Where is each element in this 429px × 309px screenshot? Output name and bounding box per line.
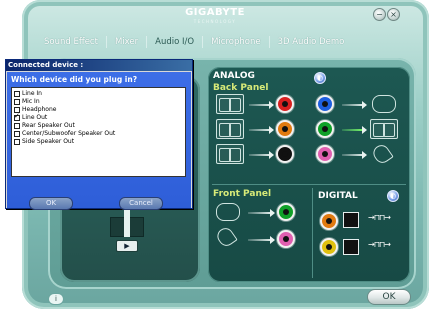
list-item[interactable]: Line In [14,90,42,97]
tab-bar: Sound Effect Mixer Audio I/O Microphone … [36,34,352,50]
checkbox[interactable] [14,98,20,105]
connection-arrow [249,101,274,109]
list-item[interactable]: Side Speaker Out [14,138,74,145]
list-item[interactable]: Rear Speaker Out [14,122,75,129]
option-label: Line Out [22,114,48,121]
option-label: Mic In [22,98,40,105]
option-label: Side Speaker Out [22,138,75,145]
option-label: Rear Speaker Out [22,122,75,129]
digital-title: DIGITAL [318,191,358,201]
tab-separator [146,36,148,48]
tab-separator [268,36,270,48]
connected-device-dialog: Connected device : Which device did you … [5,59,193,210]
checkbox[interactable] [14,90,20,97]
jack-orange[interactable] [276,120,294,138]
tab-mixer[interactable]: Mixer [107,34,146,50]
ok-button[interactable]: OK [367,289,411,305]
close-button[interactable]: × [387,8,400,21]
tab-microphone[interactable]: Microphone [203,34,268,50]
jack-red[interactable] [276,95,294,113]
list-item[interactable]: Line Out [14,113,48,121]
headphone-device-icon [216,203,240,221]
checkbox[interactable] [14,130,20,137]
tab-3d-audio-demo[interactable]: 3D Audio Demo [270,34,353,50]
front-jack-pink[interactable] [277,230,295,248]
digital-jack-orange[interactable] [320,212,338,230]
minimize-icon: − [376,10,383,19]
info-icon[interactable]: i [48,293,64,305]
connection-arrow [248,236,275,244]
front-jack-green[interactable] [277,203,295,221]
minimize-button[interactable]: − [373,8,386,21]
dialog-cancel-button[interactable]: Cancel [119,197,163,210]
dialog-question: Which device did you plug in? [11,75,138,84]
speaker-front-icon [216,94,244,114]
speaker-rear-icon [216,119,244,139]
line-in-device-icon [372,95,396,113]
globe-icon[interactable]: ◐ [314,72,326,84]
dialog-body: Which device did you plug in? Line In Mi… [7,72,191,210]
tab-separator [105,36,107,48]
checkbox-checked[interactable] [14,113,20,121]
list-item[interactable]: Mic In [14,98,40,105]
tab-sound-effect[interactable]: Sound Effect [36,34,106,50]
jack-green[interactable] [316,120,334,138]
brand-subtitle: TECHNOLOGY [193,19,237,24]
dialog-ok-button[interactable]: OK [29,197,73,210]
tab-separator [202,36,204,48]
close-icon: × [390,10,397,19]
connection-arrow [249,126,274,134]
connection-arrow [342,151,367,159]
device-list[interactable]: Line In Mic In Headphone Line Out Rear S… [11,87,186,177]
play-button[interactable]: ▶ [116,240,138,252]
back-panel-label: Back Panel [213,83,269,93]
globe-icon[interactable]: ◐ [387,190,399,202]
front-panel-label: Front Panel [213,189,272,199]
option-label: Line In [22,90,42,97]
tab-audio-io[interactable]: Audio I/O [147,34,202,50]
dialog-title: Connected device : [6,60,192,71]
connection-arrow [248,209,275,217]
checkbox[interactable] [14,138,20,145]
option-label: Center/Subwoofer Speaker Out [22,130,116,137]
connection-arrow [249,151,274,159]
play-icon: ▶ [124,242,130,250]
jack-pink[interactable] [316,145,334,163]
option-label: Headphone [22,106,57,113]
connection-arrow-active [342,126,367,134]
analog-title: ANALOG [213,71,255,81]
connection-arrow [342,101,367,109]
digital-jack-yellow[interactable] [320,238,338,256]
optical-icon [343,212,359,228]
line-out-speaker-icon [370,119,398,139]
package-band [124,207,130,237]
signal-pulse-icon: →⊓⊓→ [368,213,391,222]
coax-icon [343,239,359,255]
jack-blue[interactable] [316,95,334,113]
list-item[interactable]: Center/Subwoofer Speaker Out [14,130,115,137]
list-item[interactable]: Headphone [14,106,56,113]
package-icon [108,207,146,237]
panel-divider [312,188,313,278]
panel-divider [212,184,406,185]
signal-pulse-icon: →⊓⊓→ [368,240,391,249]
checkbox[interactable] [14,122,20,129]
speaker-side-icon [216,144,244,164]
brand-logo: GIGABYTE [185,7,245,18]
jack-black[interactable] [276,145,294,163]
